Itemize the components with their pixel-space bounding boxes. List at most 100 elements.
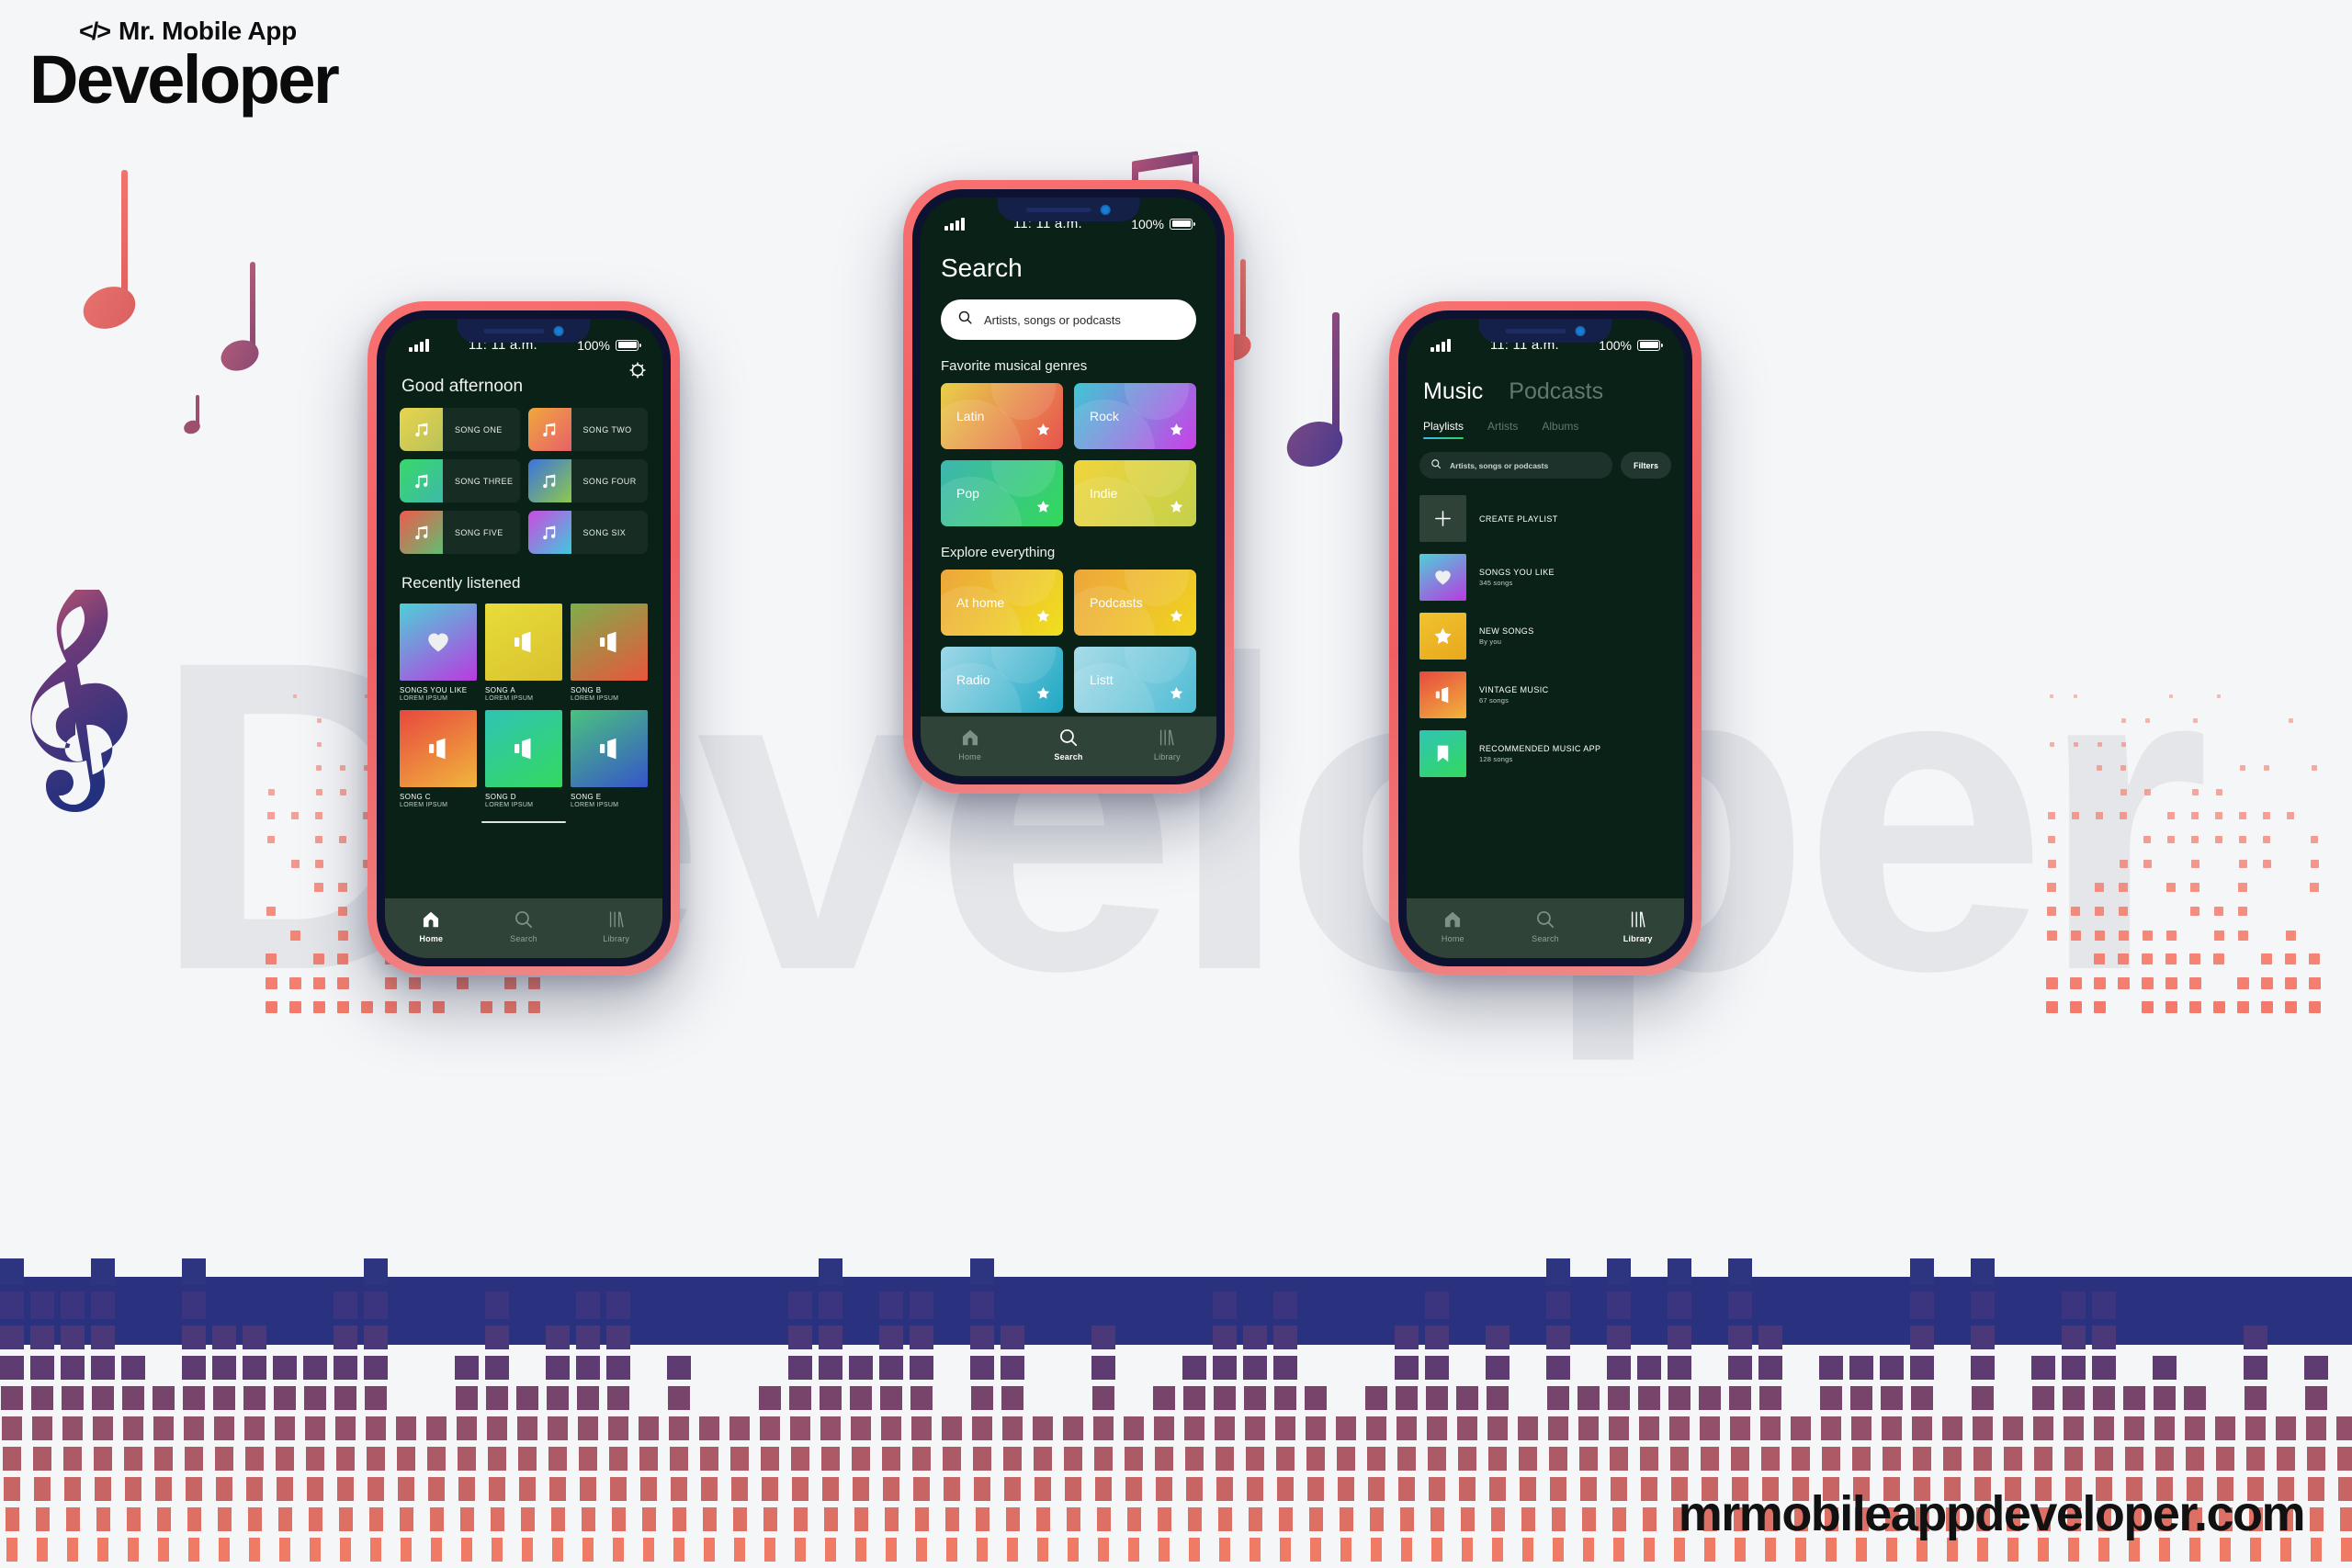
nav-tab-library[interactable]: Library xyxy=(1591,909,1684,943)
nav-tab-label: Home xyxy=(958,752,981,761)
search-screen: 11: 11 a.m. 100% Search Artists, songs o… xyxy=(921,197,1216,776)
genre-card-label: Indie xyxy=(1074,486,1117,501)
genre-card[interactable]: Pop xyxy=(941,460,1063,526)
signal-bars-icon xyxy=(409,339,429,352)
library-tab-albums[interactable]: Albums xyxy=(1542,420,1578,439)
gear-icon[interactable] xyxy=(628,360,648,380)
genre-card-label: Latin xyxy=(941,409,984,423)
playlist-row-text: NEW SONGS By you xyxy=(1479,626,1534,646)
playlist-row[interactable]: CREATE PLAYLIST xyxy=(1419,495,1671,542)
song-card[interactable]: SONG SIX xyxy=(528,511,649,554)
nav-tab-label: Home xyxy=(419,934,443,943)
playlist-row[interactable]: RECOMMENDED MUSIC APP 128 songs xyxy=(1419,730,1671,777)
tab-podcasts[interactable]: Podcasts xyxy=(1509,378,1603,405)
nav-tab-label: Search xyxy=(1532,934,1559,943)
genre-card-label: Pop xyxy=(941,486,979,501)
star-icon[interactable] xyxy=(1035,499,1051,519)
star-icon[interactable] xyxy=(1035,608,1051,628)
genre-card[interactable]: Latin xyxy=(941,383,1063,449)
music-note-icon xyxy=(400,459,443,502)
song-card[interactable]: SONG ONE xyxy=(400,408,520,451)
library-heading-row: Music Podcasts xyxy=(1407,353,1684,405)
playlist-row-text: RECOMMENDED MUSIC APP 128 songs xyxy=(1479,744,1600,763)
favorite-genres-title: Favorite musical genres xyxy=(921,340,1216,383)
home-icon xyxy=(960,728,980,748)
music-note-icon xyxy=(400,408,443,451)
music-note-icon xyxy=(528,511,571,554)
explore-card[interactable]: Listt xyxy=(1074,647,1196,713)
genre-card[interactable]: Rock xyxy=(1074,383,1196,449)
home-icon xyxy=(421,909,441,930)
phone-notch xyxy=(458,319,591,343)
earpiece-speaker xyxy=(483,329,545,333)
star-icon[interactable] xyxy=(1169,422,1184,442)
song-card-label: SONG THREE xyxy=(443,477,513,486)
song-card[interactable]: SONG FOUR xyxy=(528,459,649,502)
playlist-row[interactable]: NEW SONGS By you xyxy=(1419,613,1671,660)
tab-music[interactable]: Music xyxy=(1423,378,1483,405)
library-tab-artists[interactable]: Artists xyxy=(1487,420,1518,439)
recent-item[interactable]: SONG E LOREM IPSUM xyxy=(571,710,648,808)
music-note-icon xyxy=(528,459,571,502)
treble-clef-icon xyxy=(20,586,130,857)
star-icon[interactable] xyxy=(1035,685,1051,705)
song-card[interactable]: SONG FIVE xyxy=(400,511,520,554)
playlist-row[interactable]: VINTAGE MUSIC 67 songs xyxy=(1419,671,1671,718)
playlist-title: RECOMMENDED MUSIC APP xyxy=(1479,744,1600,753)
nav-tab-home[interactable]: Home xyxy=(385,909,478,943)
song-card-label: SONG FOUR xyxy=(571,477,637,486)
playlist-title: SONGS YOU LIKE xyxy=(1479,568,1555,577)
library-tab-playlists[interactable]: Playlists xyxy=(1423,420,1464,439)
nav-tab-search[interactable]: Search xyxy=(1019,728,1117,761)
nav-tab-library[interactable]: Library xyxy=(1118,728,1216,761)
explore-card[interactable]: Radio xyxy=(941,647,1063,713)
explore-card[interactable]: Podcasts xyxy=(1074,570,1196,636)
star-icon[interactable] xyxy=(1035,422,1051,442)
library-search-input[interactable]: Artists, songs or podcasts xyxy=(1419,452,1612,479)
recent-item[interactable]: SONGS YOU LIKE LOREM IPSUM xyxy=(400,604,477,702)
library-icon xyxy=(1628,909,1648,930)
earpiece-speaker xyxy=(1026,208,1091,212)
search-icon xyxy=(1058,728,1079,748)
star-icon[interactable] xyxy=(1169,499,1184,519)
playlist-row[interactable]: SONGS YOU LIKE 345 songs xyxy=(1419,554,1671,601)
playlist-row-text: SONGS YOU LIKE 345 songs xyxy=(1479,568,1555,587)
nav-tab-library[interactable]: Library xyxy=(570,909,662,943)
song-card[interactable]: SONG TWO xyxy=(528,408,649,451)
recent-item-subtitle: LOREM IPSUM xyxy=(485,695,562,702)
song-card[interactable]: SONG THREE xyxy=(400,459,520,502)
recent-item[interactable]: SONG C LOREM IPSUM xyxy=(400,710,477,808)
music-note-icon xyxy=(400,511,443,554)
filters-button[interactable]: Filters xyxy=(1621,452,1671,479)
recent-item[interactable]: SONG D LOREM IPSUM xyxy=(485,710,562,808)
battery-percent: 100% xyxy=(1131,217,1164,231)
phone-notch xyxy=(998,197,1140,221)
recent-item[interactable]: SONG B LOREM IPSUM xyxy=(571,604,648,702)
nav-tab-home[interactable]: Home xyxy=(1407,909,1499,943)
nav-tab-search[interactable]: Search xyxy=(1499,909,1592,943)
nav-tab-label: Library xyxy=(603,934,629,943)
bottom-nav-bar: Home Search Library xyxy=(921,716,1216,776)
nav-tab-label: Library xyxy=(1623,934,1653,943)
recent-item-title: SONG C xyxy=(400,793,477,801)
front-camera-icon xyxy=(1101,205,1111,215)
heart-icon xyxy=(400,604,477,681)
nav-tab-home[interactable]: Home xyxy=(921,728,1019,761)
nav-tab-search[interactable]: Search xyxy=(478,909,571,943)
star-icon[interactable] xyxy=(1169,608,1184,628)
search-input[interactable]: Artists, songs or podcasts xyxy=(941,299,1196,340)
star-icon[interactable] xyxy=(1169,685,1184,705)
bookmark-icon xyxy=(1419,730,1466,777)
heart-icon xyxy=(1419,554,1466,601)
star-icon xyxy=(1419,613,1466,660)
explore-card-label: Radio xyxy=(941,672,990,687)
genre-card[interactable]: Indie xyxy=(1074,460,1196,526)
bottom-nav-bar: Home Search Library xyxy=(1407,898,1684,958)
explore-card[interactable]: At home xyxy=(941,570,1063,636)
playlist-subtitle: By you xyxy=(1479,637,1534,646)
library-screen: 11: 11 a.m. 100% Music Podcasts Playlist… xyxy=(1407,319,1684,958)
nav-tab-label: Search xyxy=(1054,752,1082,761)
playlist-subtitle: 67 songs xyxy=(1479,696,1549,705)
search-icon xyxy=(957,310,973,330)
recent-item[interactable]: SONG A LOREM IPSUM xyxy=(485,604,562,702)
